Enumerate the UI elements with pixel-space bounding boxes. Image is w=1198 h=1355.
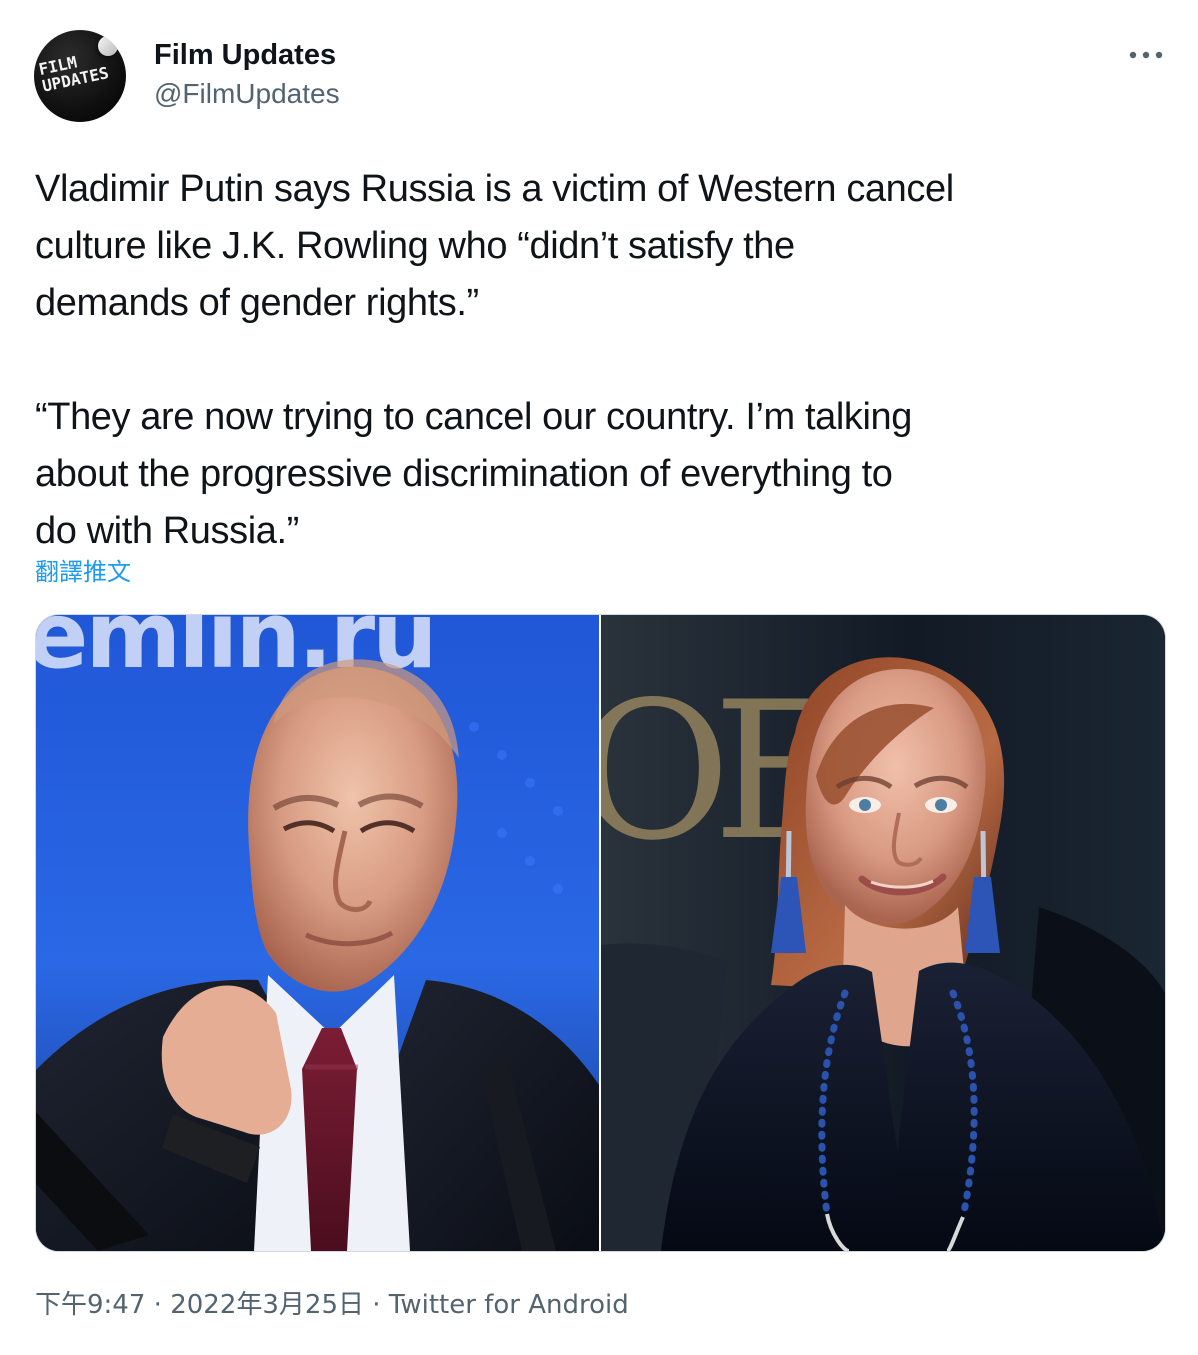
tweet-time[interactable]: 下午9:47 (35, 1290, 145, 1320)
putin-photo[interactable]: emlin.ru (36, 615, 599, 1251)
author-handle[interactable]: @FilmUpdates (154, 77, 340, 111)
more-horizontal-icon[interactable] (1121, 38, 1171, 72)
rowling-photo[interactable]: OF (601, 615, 1165, 1251)
tweet-timestamp: 下午9:47 · 2022年3月25日 · Twitter for Androi… (35, 1288, 629, 1322)
avatar-peel-decoration (98, 36, 118, 56)
tweet-media-grid[interactable]: emlin.ru F (35, 614, 1166, 1252)
tweet-date[interactable]: 2022年3月25日 (170, 1290, 364, 1320)
tweet-client-link[interactable]: Twitter for Android (389, 1290, 629, 1320)
meta-separator-1: · (153, 1290, 162, 1320)
translate-tweet-link[interactable]: 翻譯推文 (35, 556, 131, 588)
author-display-name[interactable]: Film Updates (154, 38, 336, 72)
meta-separator-2: · (372, 1290, 381, 1320)
avatar[interactable]: Film Updates (34, 30, 126, 122)
avatar-logo-text: Film Updates (37, 48, 110, 95)
tweet-text: Vladimir Putin says Russia is a victim o… (35, 168, 954, 552)
